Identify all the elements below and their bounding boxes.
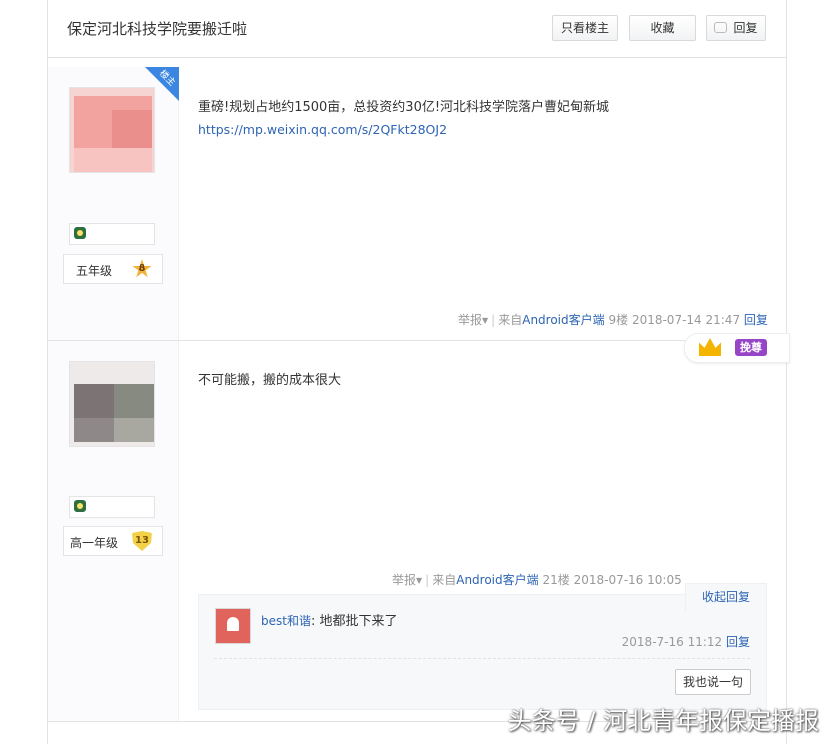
crown-tag-label: 挽尊 <box>735 339 767 356</box>
say-something-button[interactable]: 我也说一句 <box>675 669 751 695</box>
post-content: 不可能搬，搬的成本很大 <box>198 369 341 388</box>
post-time: 2018-07-14 21:47 <box>631 313 741 327</box>
post-content: 重磅!规划占地约1500亩，总投资约30亿!河北科技学院落户曹妃甸新城 http… <box>198 96 609 137</box>
post-floor-21: 高一年级 13 挽尊 不可能搬，搬的成本很大 举报▼ | 来自Android客户端 … <box>48 333 790 722</box>
post-meta: 举报▼ | 来自Android客户端 9楼 2018-07-14 21:47 回复 <box>458 313 768 327</box>
sub-reply-panel: 收起回复 best和谐: 地都批下来了 2018-7-16 11:12 回复 我… <box>198 583 767 710</box>
op-badge: 楼主 <box>145 67 179 101</box>
client-source-link[interactable]: Android客户端 <box>456 573 538 587</box>
user-badge-row <box>69 496 155 518</box>
post-text: 不可能搬，搬的成本很大 <box>198 373 342 388</box>
grade-label: 高一年级 <box>70 536 119 550</box>
reply-button[interactable]: 回复 <box>706 15 766 41</box>
crown-tag[interactable]: 挽尊 <box>684 333 790 363</box>
user-grade: 五年级 8 <box>63 254 163 284</box>
blurred-avatar-image <box>70 88 154 172</box>
collapse-replies-button[interactable]: 收起回复 <box>685 583 767 612</box>
sub-reply-user[interactable]: best和谐 <box>261 614 311 628</box>
sub-reply-meta: 2018-7-16 11:12 回复 <box>622 633 750 650</box>
sub-reply-text: 地都批下来了 <box>319 614 398 629</box>
member-badge-icon[interactable] <box>74 500 86 512</box>
caret-down-icon: ▼ <box>416 576 423 585</box>
watermark: 头条号 / 河北青年报保定播报 <box>507 707 819 735</box>
source-prefix: 来自 <box>498 313 523 327</box>
floor-number: 9楼 <box>608 313 629 327</box>
author-sidebar: 高一年级 13 <box>48 341 179 721</box>
grade-label: 五年级 <box>76 264 113 278</box>
thread-header: 保定河北科技学院要搬迁啦 只看楼主 收藏 回复 <box>48 0 786 58</box>
only-op-button[interactable]: 只看楼主 <box>552 15 618 41</box>
post-floor-9: 五年级 8 楼主 重磅!规划占地约1500亩，总投资约30亿!河北科技学院落户曹… <box>48 67 786 341</box>
grade-level-icon: 13 <box>132 531 152 551</box>
report-link[interactable]: 举报▼ <box>458 313 488 327</box>
client-source-link[interactable]: Android客户端 <box>522 313 604 327</box>
user-badge-row <box>69 223 155 245</box>
reply-button-label: 回复 <box>733 21 758 35</box>
avatar[interactable] <box>69 87 155 173</box>
sub-reply-content: best和谐: 地都批下来了 <box>261 614 398 629</box>
post-meta: 举报▼ | 来自Android客户端 21楼 2018-07-16 10:05 <box>392 573 682 587</box>
post-link[interactable]: https://mp.weixin.qq.com/s/2QFkt28OJ2 <box>198 122 609 137</box>
comment-icon <box>714 22 728 33</box>
source-prefix: 来自 <box>432 573 457 587</box>
post-reply-link[interactable]: 回复 <box>744 313 768 327</box>
avatar[interactable] <box>69 361 155 447</box>
post-text: 重磅!规划占地约1500亩，总投资约30亿!河北科技学院落户曹妃甸新城 <box>198 100 610 115</box>
sub-reply-avatar[interactable] <box>215 608 251 644</box>
blurred-avatar-image <box>70 362 154 446</box>
thread-page: 保定河北科技学院要搬迁啦 只看楼主 收藏 回复 五年级 8 楼主 重磅!规划占地… <box>47 0 790 744</box>
grade-level-icon: 8 <box>132 259 152 278</box>
divider <box>214 658 750 659</box>
member-badge-icon[interactable] <box>74 227 86 239</box>
favorite-button[interactable]: 收藏 <box>629 15 696 41</box>
caret-down-icon: ▼ <box>482 316 489 325</box>
author-sidebar: 五年级 8 <box>48 67 179 340</box>
sub-reply-time: 2018-7-16 11:12 <box>621 635 723 649</box>
floor-number: 21楼 <box>542 573 570 587</box>
post-time: 2018-07-16 10:05 <box>573 573 682 587</box>
report-link[interactable]: 举报▼ <box>392 573 422 587</box>
thread-title: 保定河北科技学院要搬迁啦 <box>67 20 248 38</box>
crown-icon <box>699 338 721 356</box>
user-grade: 高一年级 13 <box>63 526 163 556</box>
sub-reply-reply-link[interactable]: 回复 <box>726 635 750 649</box>
